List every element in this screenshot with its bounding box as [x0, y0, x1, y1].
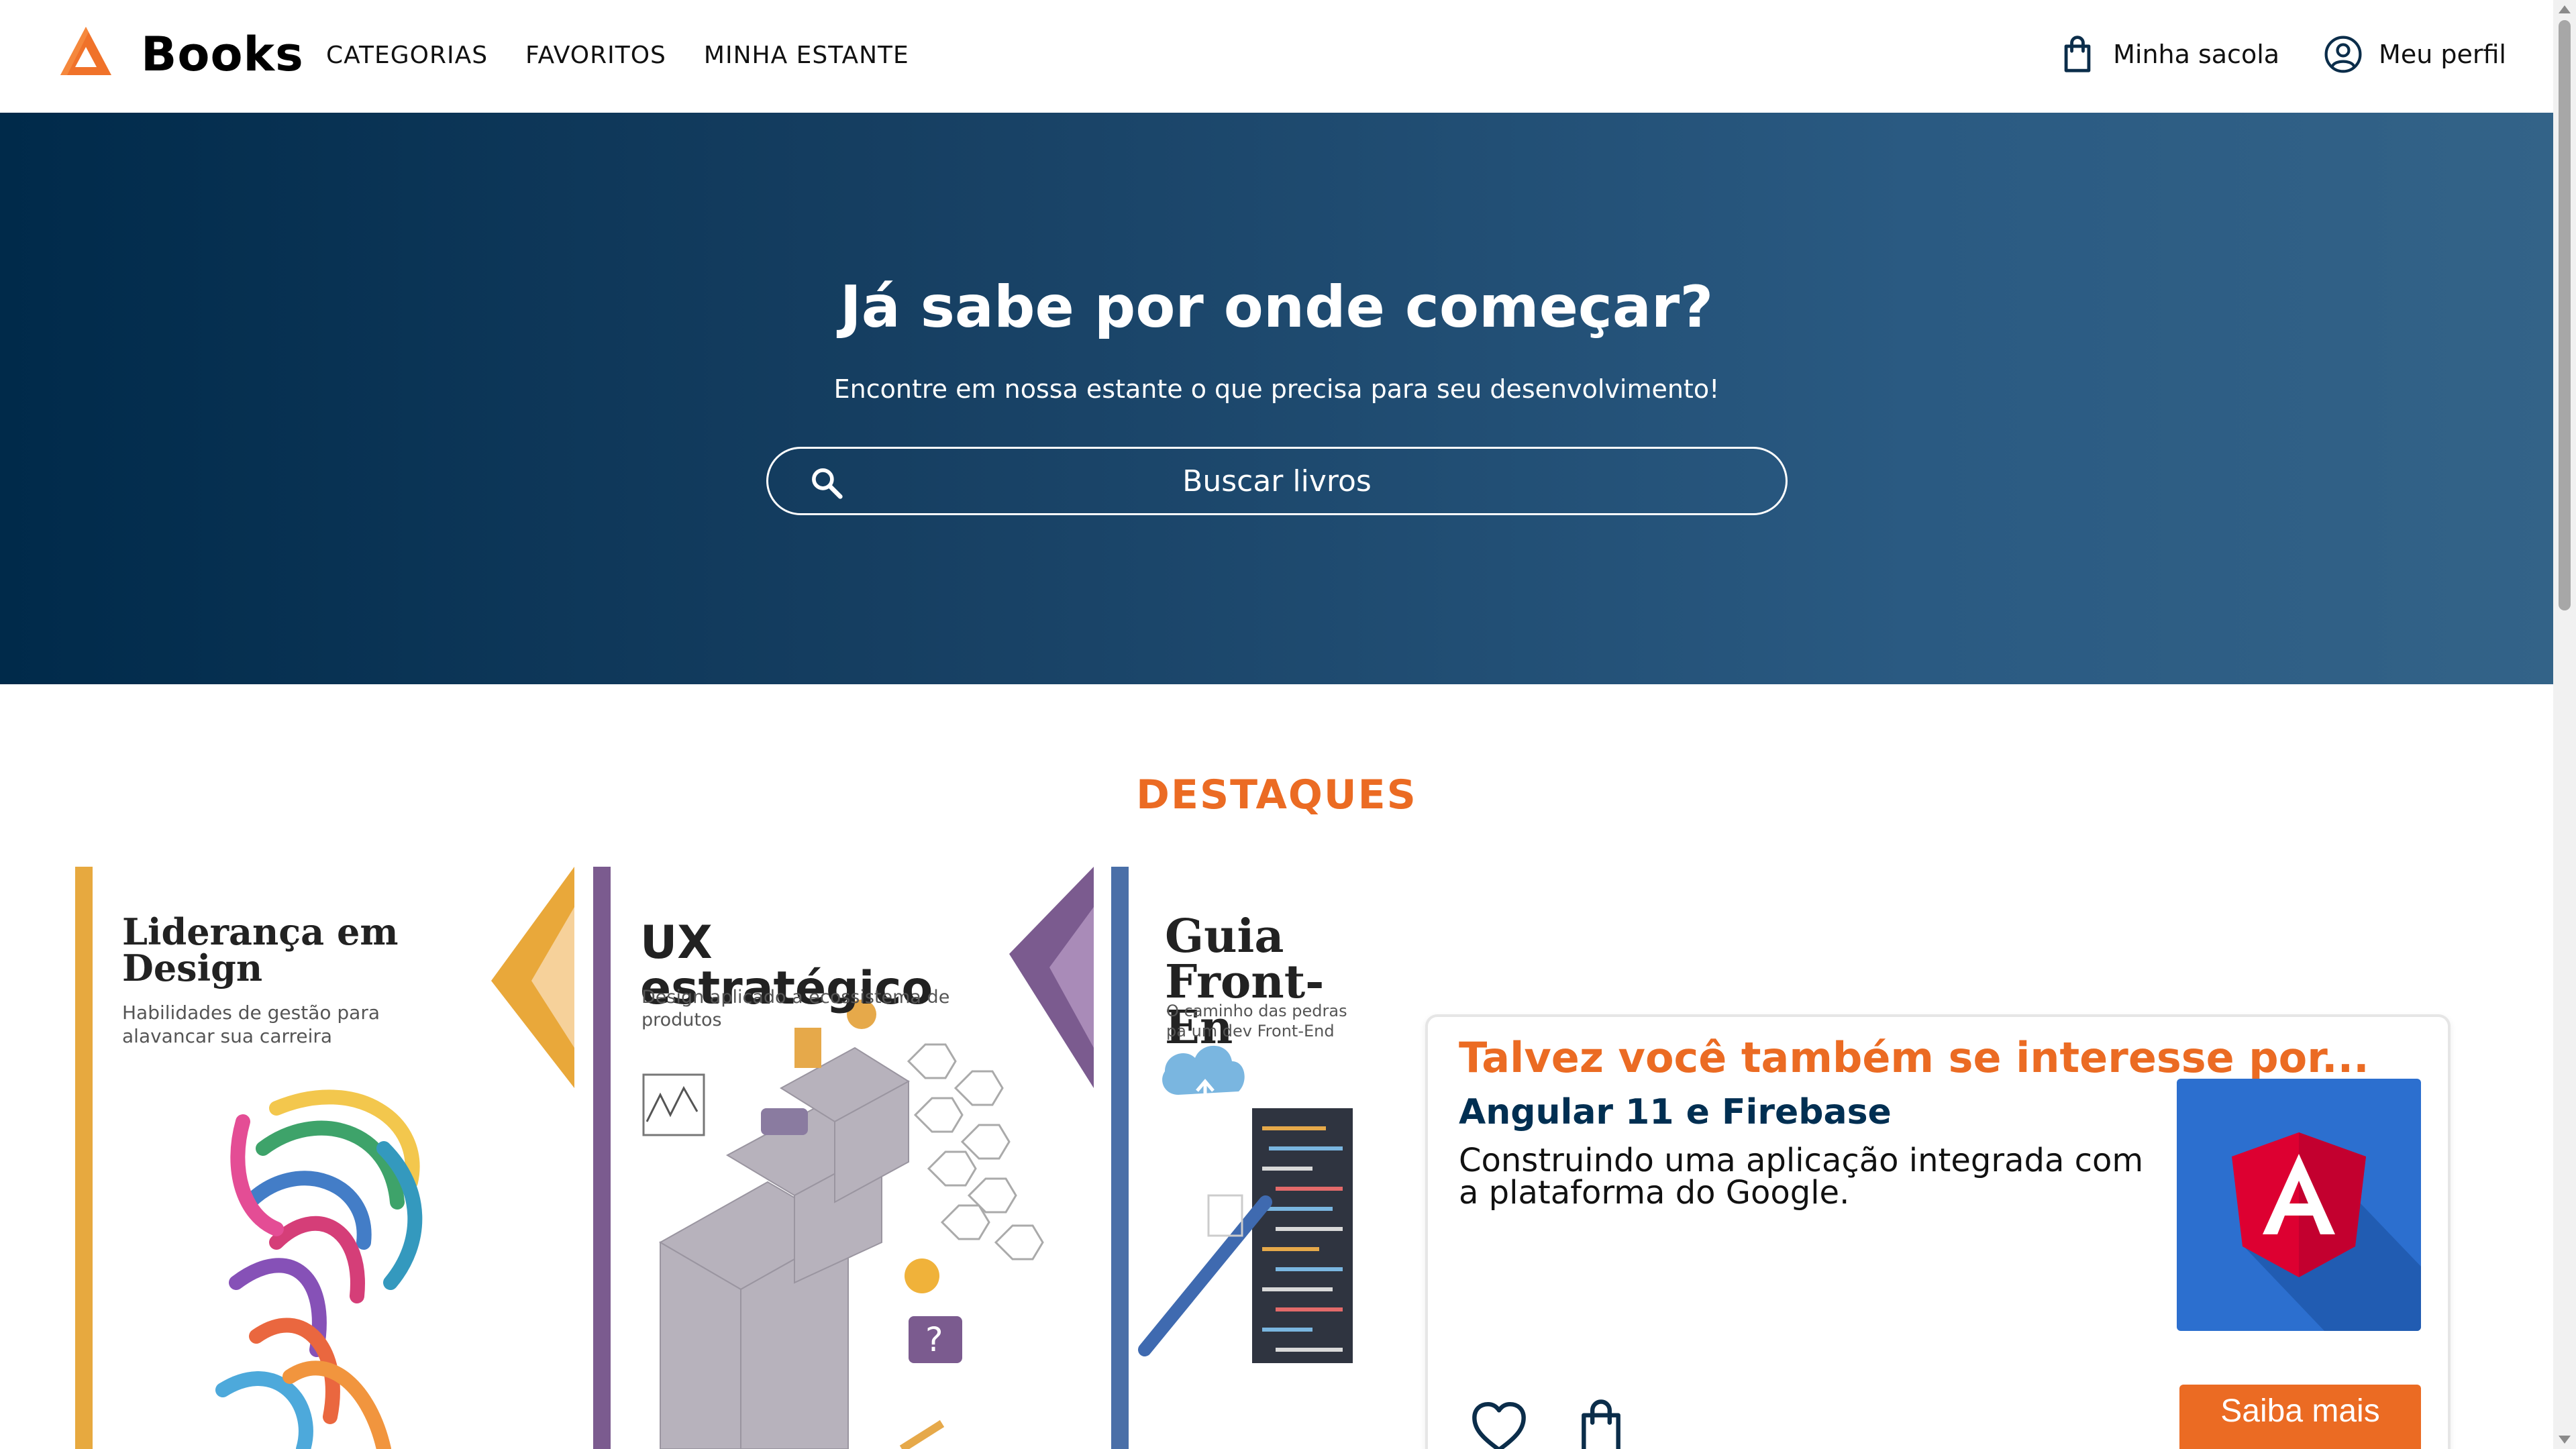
hero-banner: Já sabe por onde começar? Encontre em no…	[0, 113, 2553, 684]
profile-link[interactable]: Meu perfil	[2324, 35, 2506, 74]
scroll-down-arrow-icon[interactable]	[2559, 1436, 2571, 1444]
book-cover-ux-estrategico[interactable]: ? UX estratégico Design aplicado a ecoss…	[593, 867, 1094, 1449]
card-description: Construindo uma aplicação integrada com …	[1459, 1142, 2144, 1212]
nav-minha-estante[interactable]: MINHA ESTANTE	[704, 42, 909, 69]
section-title-destaques: DESTAQUES	[1136, 771, 1417, 818]
search-icon[interactable]	[809, 465, 845, 501]
search-placeholder: Buscar livros	[1182, 464, 1372, 498]
angular-logo-icon	[2177, 1079, 2421, 1331]
nav-favoritos[interactable]: FAVORITOS	[525, 42, 666, 69]
top-header: Books CATEGORIAS FAVORITOS MINHA ESTANTE…	[0, 0, 2553, 113]
triangle-logo-icon[interactable]	[59, 24, 113, 78]
nav-categorias[interactable]: CATEGORIAS	[326, 42, 488, 69]
header-actions: Minha sacola Meu perfil	[2058, 35, 2506, 74]
svg-text:?: ?	[925, 1320, 943, 1359]
book-subtitle: Design aplicado a ecossistema de produto…	[641, 987, 950, 1030]
saiba-mais-button[interactable]: Saiba mais	[2179, 1385, 2421, 1449]
bag-link[interactable]: Minha sacola	[2058, 35, 2279, 74]
scroll-up-arrow-icon[interactable]	[2559, 5, 2571, 13]
book-subtitle: Habilidades de gestão para alavancar sua…	[122, 1002, 380, 1047]
main-nav: CATEGORIAS FAVORITOS MINHA ESTANTE	[326, 42, 909, 69]
profile-label: Meu perfil	[2379, 40, 2506, 69]
book-cover-lideranca[interactable]: Liderança em Design Habilidades de gestã…	[75, 867, 574, 1449]
angular-book-cover[interactable]	[2177, 1079, 2421, 1331]
shopping-bag-icon[interactable]	[1572, 1398, 1631, 1449]
hero-title: Já sabe por onde começar?	[839, 274, 1714, 341]
card-book-title[interactable]: Angular 11 e Firebase	[1459, 1092, 1892, 1132]
scrollbar-thumb[interactable]	[2559, 20, 2571, 610]
book-title: Liderança em Design	[122, 910, 399, 989]
book-cover-guia-front-end[interactable]: Guia Front-En O caminho das pedras pa um…	[1111, 867, 1353, 1449]
page-scrollbar[interactable]	[2553, 0, 2576, 1449]
bag-label: Minha sacola	[2113, 40, 2280, 69]
recommendation-card: Talvez você também se interesse por... A…	[1425, 1014, 2451, 1449]
heart-icon[interactable]	[1470, 1398, 1529, 1449]
search-input[interactable]: Buscar livros	[766, 447, 1788, 515]
brand-name[interactable]: Books	[141, 27, 304, 82]
book-subtitle: O caminho das pedras pa um dev Front-End	[1166, 1002, 1347, 1040]
card-actions	[1470, 1398, 1631, 1449]
card-heading: Talvez você também se interesse por...	[1459, 1033, 2369, 1082]
shopping-bag-icon	[2064, 36, 2091, 72]
user-circle-icon	[2324, 36, 2362, 73]
hero-subtitle: Encontre em nossa estante o que precisa …	[833, 374, 1720, 404]
